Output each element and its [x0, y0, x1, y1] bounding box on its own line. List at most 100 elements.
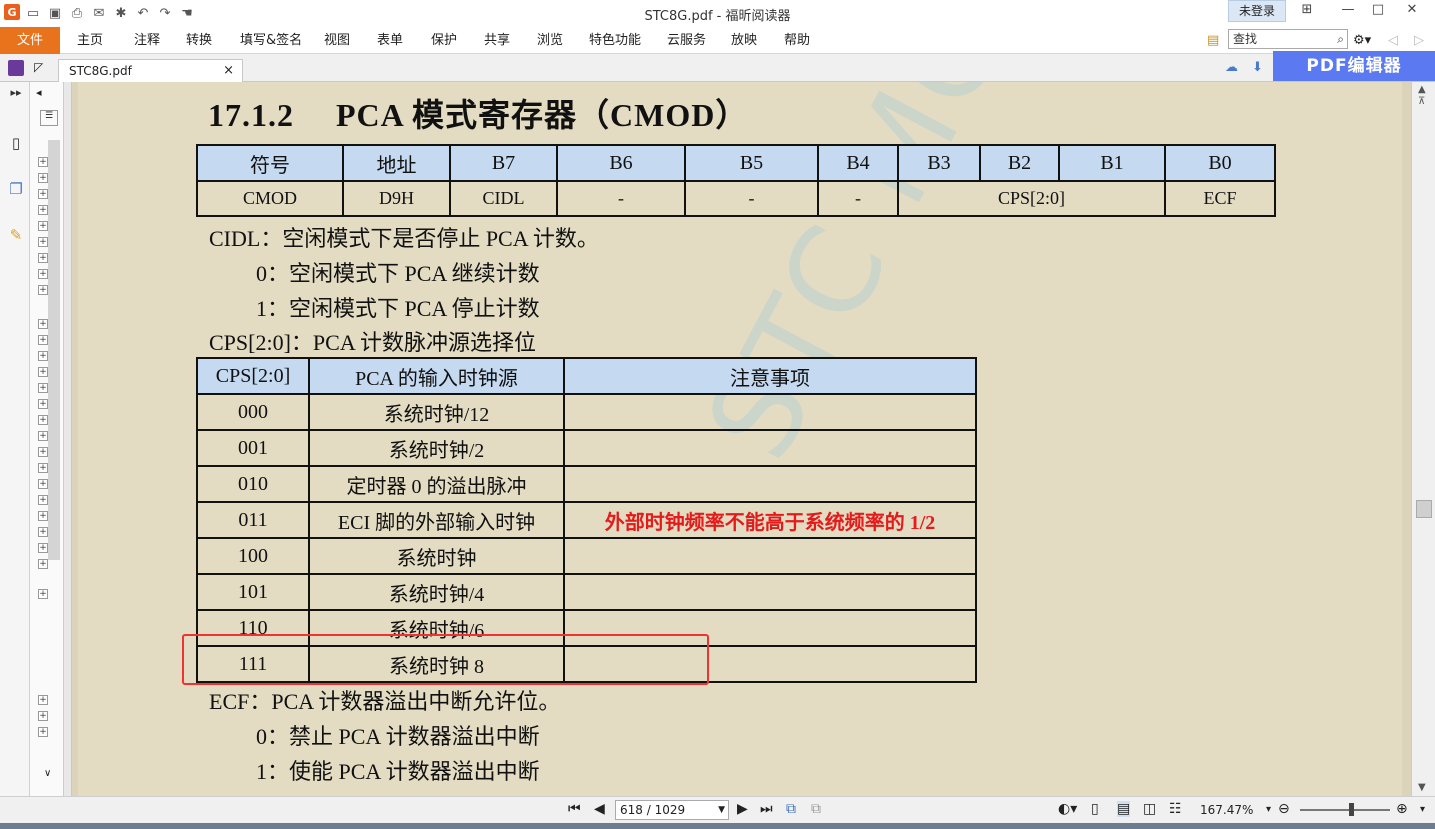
bookmark-toggle[interactable]: + — [38, 527, 48, 537]
menu-share[interactable]: 共享 — [484, 27, 510, 54]
bookmark-toggle[interactable]: + — [38, 285, 48, 295]
next-view-icon[interactable]: ⧉ — [811, 801, 821, 817]
menu-fill-sign[interactable]: 填写&签名 — [240, 27, 302, 54]
cps-note — [563, 573, 977, 611]
prev-page-icon[interactable]: ◀ — [594, 801, 605, 817]
tab-list-icon[interactable]: ◸ — [34, 60, 43, 74]
menu-cloud[interactable]: 云服务 — [667, 27, 706, 54]
menu-form[interactable]: 表单 — [377, 27, 403, 54]
bookmark-toggle[interactable]: + — [38, 399, 48, 409]
layout-icon[interactable]: ⊞ — [1292, 2, 1322, 17]
pages-panel-icon[interactable]: ❐ — [6, 180, 26, 202]
scrollbar-thumb[interactable] — [1416, 500, 1432, 518]
bookmark-toggle[interactable]: + — [38, 367, 48, 377]
forward-icon[interactable]: ▷ — [1414, 27, 1424, 54]
highlight-annotation[interactable] — [182, 634, 709, 685]
bookmark-toggle[interactable]: + — [38, 221, 48, 231]
more-icon[interactable]: ▾ — [1420, 804, 1425, 815]
zoom-level[interactable]: 167.47% — [1200, 803, 1253, 817]
cps-source: 定时器 0 的溢出脉冲 — [308, 465, 565, 503]
settings-icon[interactable]: ⚙▾ — [1353, 27, 1371, 54]
bookmark-toggle[interactable]: + — [38, 559, 48, 569]
next-page-icon[interactable]: ▶ — [737, 801, 748, 817]
zoom-in-icon[interactable]: ⊕ — [1396, 801, 1408, 817]
menu-protect[interactable]: 保护 — [431, 27, 457, 54]
bookmark-scrollbar[interactable] — [48, 140, 60, 560]
bookmark-toggle[interactable]: + — [38, 511, 48, 521]
cloud-icon[interactable]: ☁ — [1225, 60, 1238, 75]
collapse-icon[interactable]: ▸▸ — [6, 86, 26, 108]
bookmark-toggle[interactable]: + — [38, 543, 48, 553]
menu-view[interactable]: 视图 — [324, 27, 350, 54]
pdf-editor-button[interactable]: PDF编辑器 — [1273, 51, 1435, 81]
expand-all-icon[interactable]: ☰ — [40, 110, 58, 126]
bookmark-toggle[interactable]: + — [38, 415, 48, 425]
bookmark-toggle[interactable]: + — [38, 383, 48, 393]
minimize-button[interactable]: — — [1333, 2, 1363, 17]
menu-slideshow[interactable]: 放映 — [731, 27, 757, 54]
scroll-page-up-icon[interactable]: ⊼ — [1418, 96, 1425, 107]
search-input[interactable]: 查找 ⌕ — [1228, 29, 1348, 49]
bookmark-toggle[interactable]: + — [38, 173, 48, 183]
folder-icon[interactable]: ▤ — [1207, 27, 1219, 54]
search-icon[interactable]: ⌕ — [1337, 30, 1344, 48]
zoom-slider[interactable] — [1300, 809, 1390, 811]
single-page-icon[interactable]: ▯ — [1091, 801, 1099, 817]
menu-help[interactable]: 帮助 — [784, 27, 810, 54]
menu-home[interactable]: 主页 — [77, 27, 103, 54]
zoom-out-icon[interactable]: ⊖ — [1278, 801, 1290, 817]
tab-document[interactable]: STC8G.pdf × — [58, 59, 243, 82]
login-button[interactable]: 未登录 — [1228, 0, 1286, 22]
back-icon[interactable]: ◁ — [1388, 27, 1398, 54]
zoom-dropdown-icon[interactable]: ▾ — [1266, 804, 1271, 815]
bookmark-toggle[interactable]: + — [38, 463, 48, 473]
two-page-icon[interactable]: ◫ — [1143, 801, 1156, 817]
ecf-option-1: 1：使能 PCA 计数器溢出中断 — [256, 759, 540, 784]
menu-file[interactable]: 文件 — [0, 27, 60, 54]
bookmark-panel-icon[interactable]: ▯ — [6, 134, 26, 156]
scroll-down-icon[interactable]: ∨ — [44, 768, 51, 779]
two-page-continuous-icon[interactable]: ☷ — [1169, 801, 1182, 817]
scroll-down-icon[interactable]: ▼ — [1418, 782, 1426, 793]
bookmark-toggle[interactable]: + — [38, 479, 48, 489]
bookmark-toggle[interactable]: + — [38, 431, 48, 441]
reading-mode-icon[interactable]: ◐▾ — [1058, 801, 1077, 817]
last-page-icon[interactable]: ⏭ — [760, 801, 773, 817]
prev-view-icon[interactable]: ⧉ — [786, 801, 796, 817]
bookmark-toggle[interactable]: + — [38, 189, 48, 199]
bookmark-toggle[interactable]: + — [38, 205, 48, 215]
bookmark-toggle[interactable]: + — [38, 253, 48, 263]
close-button[interactable]: ✕ — [1397, 2, 1427, 17]
menu-browse[interactable]: 浏览 — [537, 27, 563, 54]
bookmark-toggle[interactable]: + — [38, 319, 48, 329]
bookmark-toggle[interactable]: + — [38, 711, 48, 721]
tab-close-icon[interactable]: × — [223, 60, 234, 82]
scroll-up-icon[interactable]: ▲ — [1418, 84, 1426, 95]
bookmark-toggle[interactable]: + — [38, 237, 48, 247]
heading-text: PCA 模式寄存器（CMOD） — [336, 97, 749, 133]
maximize-button[interactable]: □ — [1363, 2, 1393, 17]
bookmark-toggle[interactable]: + — [38, 589, 48, 599]
menu-features[interactable]: 特色功能 — [589, 27, 641, 54]
bookmark-toggle[interactable]: + — [38, 727, 48, 737]
first-page-icon[interactable]: ⏮ — [568, 801, 581, 817]
document-viewport[interactable]: STC MCU 17.1.2 PCA 模式寄存器（CMOD） 符号 地址 B7 B… — [72, 82, 1411, 796]
bookmark-toggle[interactable]: + — [38, 351, 48, 361]
zoom-slider-thumb[interactable] — [1349, 803, 1354, 816]
menu-comment[interactable]: 注释 — [134, 27, 160, 54]
download-icon[interactable]: ⬇ — [1252, 60, 1263, 75]
bookmark-toggle[interactable]: + — [38, 695, 48, 705]
bookmark-toggle[interactable]: + — [38, 495, 48, 505]
menu-convert[interactable]: 转换 — [186, 27, 212, 54]
bookmark-toggle[interactable]: + — [38, 335, 48, 345]
bookmark-toggle[interactable]: + — [38, 269, 48, 279]
comments-panel-icon[interactable]: ✎ — [6, 226, 26, 248]
page-number-input[interactable]: 618 / 1029 ▼ — [615, 800, 729, 820]
panel-splitter[interactable] — [64, 82, 72, 796]
continuous-page-icon[interactable]: ▤ — [1117, 801, 1131, 817]
bookmark-toggle[interactable]: + — [38, 447, 48, 457]
vertical-scrollbar[interactable]: ▲ ⊼ ▼ — [1411, 82, 1435, 796]
chevron-down-icon[interactable]: ▼ — [718, 801, 725, 819]
bookmark-toggle[interactable]: + — [38, 157, 48, 167]
panel-close-icon[interactable]: ◂ — [36, 86, 42, 99]
